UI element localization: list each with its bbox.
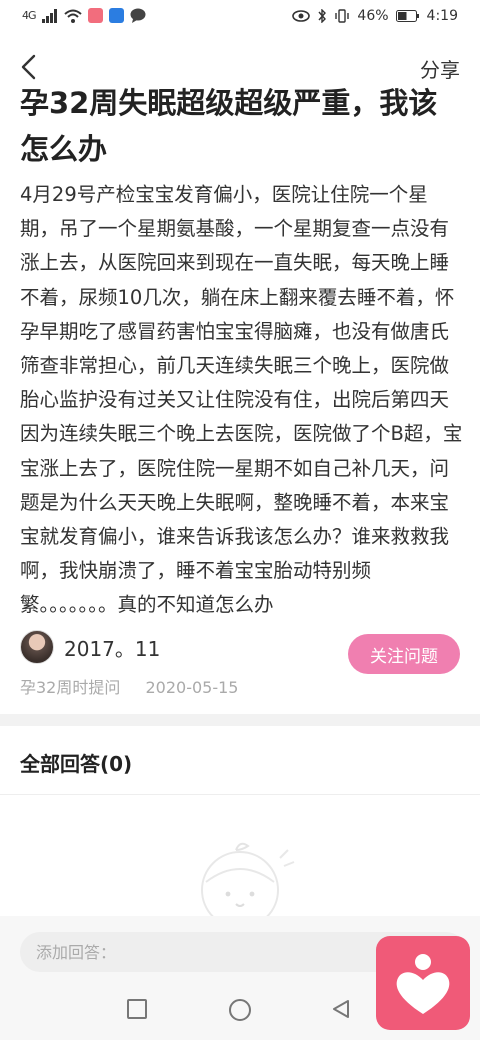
clock: 4:19 (426, 8, 458, 24)
battery-icon (395, 10, 419, 22)
vibrate-icon (335, 9, 350, 23)
share-button[interactable]: 分享 (420, 54, 460, 83)
wifi-icon (63, 9, 82, 23)
notification-app-icon (87, 8, 103, 23)
author-row[interactable]: 2017。11 (20, 630, 160, 664)
network-label: 4G (22, 9, 36, 22)
follow-question-button[interactable]: 关注问题 (348, 634, 460, 674)
author-name[interactable]: 2017。11 (64, 633, 160, 662)
home-icon[interactable] (228, 998, 252, 1022)
eye-icon (292, 10, 311, 22)
heart-person-icon (396, 954, 450, 1014)
alarm-app-icon (108, 8, 124, 23)
back-button[interactable] (16, 50, 42, 84)
bluetooth-icon (318, 9, 327, 23)
app-floating-button[interactable] (376, 936, 470, 1030)
status-left: 4G (22, 8, 146, 23)
answers-divider (0, 794, 480, 795)
signal-icon (41, 8, 57, 23)
chevron-left-icon (21, 54, 36, 80)
battery-percent: 46% (357, 8, 389, 24)
message-icon (130, 8, 146, 23)
section-divider (0, 714, 480, 726)
status-bar: 4G 46% 4:19 (0, 0, 480, 36)
empty-state-illustration (201, 842, 295, 918)
pregnancy-stage: 孕32周时提问 (20, 678, 121, 697)
avatar[interactable] (20, 630, 54, 664)
answers-header: 全部回答(0) (20, 752, 133, 776)
recent-apps-icon[interactable] (126, 998, 148, 1020)
status-right: 46% 4:19 (292, 8, 458, 24)
question-body: 4月29号产检宝宝发育偏小，医院让住院一个星期，吊了一个星期氨基酸，一个星期复查… (20, 183, 463, 617)
question-meta: 孕32周时提问 2020-05-15 (20, 674, 258, 698)
question-date: 2020-05-15 (145, 678, 239, 697)
back-nav-icon[interactable] (330, 998, 352, 1020)
question-title: 孕32周失眠超级超级严重，我该怎么办 (20, 86, 438, 166)
